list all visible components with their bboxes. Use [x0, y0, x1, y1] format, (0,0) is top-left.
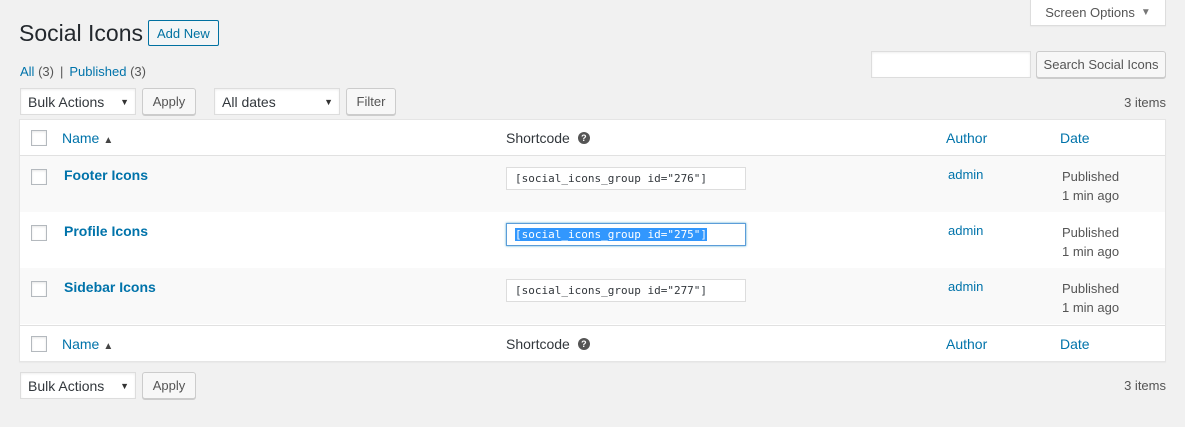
row-time: 1 min ago — [1062, 244, 1120, 259]
select-all-checkbox-footer[interactable] — [31, 336, 47, 352]
help-icon[interactable]: ? — [577, 338, 590, 350]
apply-button-bottom[interactable]: Apply — [142, 372, 196, 399]
screen-options-button[interactable]: Screen Options ▼ — [1030, 0, 1166, 26]
page-title: Social Icons — [19, 20, 144, 46]
column-shortcode: Shortcode ? — [506, 130, 590, 146]
dropdown-arrow-icon: ▼ — [120, 380, 129, 391]
row-author-link[interactable]: admin — [948, 223, 983, 238]
sort-asc-icon: ▲ — [103, 341, 114, 352]
add-new-button[interactable]: Add New — [148, 20, 219, 46]
row-title-link[interactable]: Footer Icons — [64, 167, 148, 183]
shortcode-text: [social_icons_group id="276"] — [515, 172, 708, 185]
items-count-bottom: 3 items — [1124, 378, 1166, 393]
select-all-checkbox[interactable] — [31, 130, 47, 146]
view-all-count: (3) — [38, 64, 54, 79]
dropdown-arrow-icon: ▼ — [324, 96, 333, 107]
shortcode-field[interactable]: [social_icons_group id="275"] — [506, 223, 746, 246]
caret-down-icon: ▼ — [1140, 7, 1151, 18]
column-name-label: Name — [62, 130, 100, 146]
column-author[interactable]: Author — [946, 130, 987, 146]
table-row: Profile Icons [social_icons_group id="27… — [20, 212, 1165, 268]
items-count-top: 3 items — [1124, 95, 1166, 110]
column-name-sort[interactable]: Name ▲ — [62, 130, 113, 146]
row-title-link[interactable]: Sidebar Icons — [64, 279, 156, 295]
table-row: Footer Icons [social_icons_group id="276… — [20, 156, 1165, 212]
column-author-footer[interactable]: Author — [946, 336, 987, 352]
shortcode-field[interactable]: [social_icons_group id="276"] — [506, 167, 746, 190]
column-shortcode-label: Shortcode — [506, 130, 570, 146]
help-icon[interactable]: ? — [577, 132, 590, 144]
sort-asc-icon: ▲ — [103, 135, 114, 146]
row-date: Published 1 min ago — [1062, 167, 1119, 205]
dropdown-arrow-icon: ▼ — [120, 96, 129, 107]
bulk-actions-label: Bulk Actions — [28, 93, 105, 110]
column-shortcode-label: Shortcode — [506, 336, 570, 352]
row-time: 1 min ago — [1062, 188, 1120, 203]
row-status: Published — [1062, 225, 1120, 240]
view-separator: | — [59, 64, 64, 79]
row-checkbox[interactable] — [31, 169, 47, 185]
shortcode-field[interactable]: [social_icons_group id="277"] — [506, 279, 746, 302]
bulk-actions-select-bottom[interactable]: Bulk Actions ▼ — [20, 372, 136, 399]
table-row: Sidebar Icons [social_icons_group id="27… — [20, 268, 1165, 324]
row-author-link[interactable]: admin — [948, 279, 983, 294]
row-date: Published 1 min ago — [1062, 223, 1119, 261]
search-button[interactable]: Search Social Icons — [1036, 51, 1166, 78]
column-shortcode-footer: Shortcode ? — [506, 336, 590, 352]
bulk-actions-label: Bulk Actions — [28, 377, 105, 394]
row-date: Published 1 min ago — [1062, 279, 1119, 317]
shortcode-text: [social_icons_group id="275"] — [515, 228, 708, 241]
row-time: 1 min ago — [1062, 300, 1120, 315]
apply-button-top[interactable]: Apply — [142, 88, 196, 115]
dates-select[interactable]: All dates ▼ — [214, 88, 340, 115]
shortcode-text: [social_icons_group id="277"] — [515, 284, 708, 297]
row-status: Published — [1062, 281, 1120, 296]
column-name-sort-footer[interactable]: Name ▲ — [62, 336, 113, 352]
row-author-link[interactable]: admin — [948, 167, 983, 182]
row-checkbox[interactable] — [31, 281, 47, 297]
bulk-actions-select-top[interactable]: Bulk Actions ▼ — [20, 88, 136, 115]
table-footer: Name ▲ Shortcode ? Author Date — [20, 325, 1165, 361]
view-published-count: (3) — [130, 64, 146, 79]
search-input[interactable] — [871, 51, 1031, 78]
screen-options-label: Screen Options — [1045, 5, 1135, 20]
status-views: All (3) | Published (3) — [20, 64, 146, 79]
table-header: Name ▲ Shortcode ? Author Date — [20, 120, 1165, 156]
view-published-link[interactable]: Published — [69, 64, 126, 79]
dates-label: All dates — [222, 93, 276, 110]
column-date[interactable]: Date — [1060, 130, 1090, 146]
row-checkbox[interactable] — [31, 225, 47, 241]
column-date-footer[interactable]: Date — [1060, 336, 1090, 352]
row-title-link[interactable]: Profile Icons — [64, 223, 148, 239]
row-status: Published — [1062, 169, 1120, 184]
view-all-link[interactable]: All — [20, 64, 34, 79]
column-name-label: Name — [62, 336, 100, 352]
posts-table: Name ▲ Shortcode ? Author Date Footer Ico… — [19, 119, 1166, 362]
filter-button[interactable]: Filter — [346, 88, 396, 115]
